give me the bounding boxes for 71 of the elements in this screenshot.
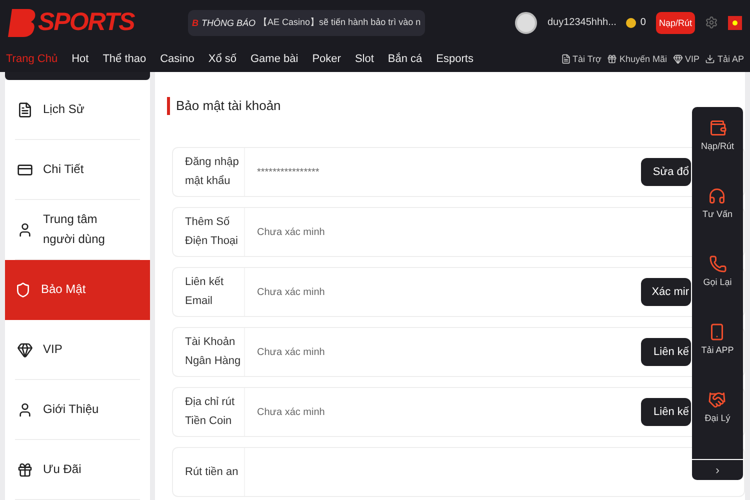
floating-menu-item[interactable]: Tải APP [701, 322, 734, 391]
floating-menu-icon [708, 186, 726, 205]
sidebar-item-icon [17, 102, 33, 118]
row-value: Chưa xác minh [257, 346, 325, 358]
sidebar-item-label: Lịch Sử [43, 100, 84, 118]
nav-tab[interactable]: Xổ số [208, 52, 236, 64]
notice-mark: B [192, 18, 198, 28]
sidebar-item-icon [15, 282, 31, 298]
sidebar-item-label: Giới Thiệu [43, 400, 99, 418]
nav-tab[interactable]: Thể thao [102, 52, 146, 64]
nav-link-icon [672, 54, 683, 64]
avatar[interactable] [515, 12, 538, 34]
expand-button[interactable]: › [692, 458, 743, 480]
row-label: Đăng nhập mật khẩu [185, 155, 240, 189]
floating-menu-item[interactable]: Nạp/Rút [700, 119, 734, 187]
nav-link[interactable]: Tài Trợ [560, 54, 602, 64]
nav-link[interactable]: VIP [672, 54, 700, 64]
floating-menu-item[interactable]: Tư Vấn [702, 186, 733, 255]
sidebar-item[interactable]: Bảo Mật [5, 260, 150, 320]
row-label: Rút tiền an [185, 464, 238, 480]
row-label: Thêm Số Điện Thoại [185, 215, 239, 249]
logo-text: SPORTS [38, 8, 134, 37]
notice-label: THÔNG BÁO [202, 18, 256, 28]
row-value: Chưa xác minh [257, 406, 325, 418]
row-action-button[interactable]: Liên kế [641, 338, 691, 366]
row-action-button[interactable]: Liên kế [641, 398, 691, 426]
floating-menu-item[interactable]: Đại Lý [704, 390, 730, 459]
nav-tab[interactable]: Slot [354, 52, 374, 64]
floating-menu-item[interactable]: Gọi Lại [703, 254, 732, 323]
flag-icon[interactable] [728, 16, 742, 30]
nav-link-icon [560, 54, 571, 64]
sidebar-item-label: Trung tâm người dùng [43, 211, 106, 248]
nav-link-icon [607, 54, 618, 64]
row-action-button[interactable]: Sửa đổ [641, 158, 691, 186]
balance: 0 [640, 17, 646, 28]
coin-icon [626, 18, 636, 28]
sidebar-item-label: Chi Tiết [43, 160, 84, 178]
nav-tab[interactable]: Bắn cá [388, 52, 422, 64]
sidebar-item-icon [17, 342, 33, 358]
notice-bar[interactable]: B THÔNG BÁO 【AE Casino】sẽ tiến hành bảo trì vào n [188, 10, 425, 36]
nav-link[interactable]: Tải AP [705, 54, 744, 64]
floating-menu-icon [708, 119, 726, 137]
nav-link[interactable]: Khuyến Mãi [607, 54, 667, 64]
row-label: Địa chỉ rút Tiền Coin [185, 395, 236, 429]
floating-menu-icon [708, 254, 726, 273]
sidebar-item-label: Bảo Mật [41, 280, 86, 298]
notice-text: 【AE Casino】sẽ tiến hành bảo trì vào n [258, 16, 421, 29]
sidebar-item-icon [17, 402, 33, 418]
nav-tab[interactable]: Hot [72, 52, 89, 64]
sidebar-item-icon [17, 162, 33, 178]
row-action-button[interactable]: Xác mir [641, 278, 691, 306]
sidebar-item-icon [17, 462, 33, 478]
nav-tab[interactable]: Trang Chủ [6, 52, 58, 64]
username[interactable]: duy12345hhh... [547, 17, 616, 28]
nav-tab[interactable]: Esports [436, 52, 474, 64]
row-label: Tài Khoản Ngân Hàng [185, 335, 242, 369]
nav-tab[interactable]: Poker [312, 52, 341, 64]
settings-icon[interactable] [705, 16, 718, 29]
row-value: Chưa xác minh [257, 226, 325, 238]
deposit-button[interactable]: Nạp/Rút [656, 12, 695, 34]
nav-tab[interactable]: Casino [160, 52, 194, 64]
sidebar-item-label: VIP [43, 340, 62, 358]
nav-tab[interactable]: Game bài [250, 52, 298, 64]
sidebar-item-label: Ưu Đãi [43, 460, 82, 478]
row-label: Liên kết Email [185, 275, 225, 309]
logo-b-icon [8, 6, 38, 38]
row-value: **************** [257, 166, 320, 178]
floating-menu-icon [708, 390, 726, 409]
row-value: Chưa xác minh [257, 286, 325, 298]
nav-link-icon [705, 54, 716, 64]
sidebar-item-icon [17, 222, 33, 238]
